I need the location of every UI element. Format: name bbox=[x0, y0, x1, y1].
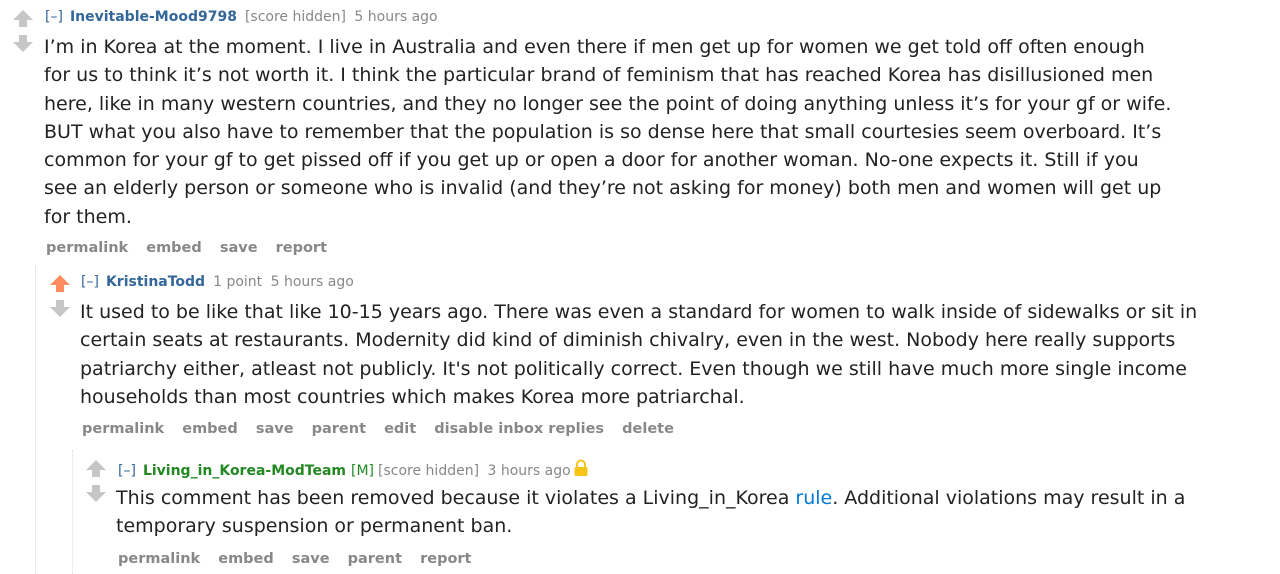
comment-text-line: temporary suspension or permanent ban. bbox=[116, 515, 513, 538]
score: [score hidden] bbox=[244, 9, 346, 25]
delete-button[interactable]: delete bbox=[622, 421, 674, 437]
upvote-arrow-icon[interactable] bbox=[84, 458, 108, 479]
save-button[interactable]: save bbox=[220, 240, 258, 256]
comment-text-line: BUT what you also have to remember that … bbox=[44, 120, 1162, 143]
comment-text-line: for us to think it’s not worth it. I thi… bbox=[44, 64, 1154, 87]
report-button[interactable]: report bbox=[276, 240, 327, 256]
permalink-button[interactable]: permalink bbox=[118, 551, 200, 567]
author-link[interactable]: Living_in_Korea-ModTeam bbox=[143, 463, 346, 479]
collapse-toggle[interactable]: [–] bbox=[45, 9, 63, 25]
timestamp[interactable]: 5 hours ago bbox=[271, 274, 354, 290]
report-button[interactable]: report bbox=[420, 551, 471, 567]
comment-1-body: I’m in Korea at the moment. I live in Au… bbox=[44, 33, 1171, 231]
comment-text-line: common for your gf to get pissed off if … bbox=[44, 149, 1139, 172]
lock-icon bbox=[574, 459, 588, 476]
comment-text-line: for them. bbox=[44, 205, 132, 228]
comment-2-votes bbox=[47, 273, 73, 319]
upvote-arrow-icon[interactable] bbox=[48, 273, 72, 294]
comment-text-line: households than most countries which mak… bbox=[80, 385, 745, 408]
downvote-arrow-icon[interactable] bbox=[11, 33, 35, 54]
comment-3-buttons: permalink embed save parent report bbox=[118, 551, 485, 567]
permalink-button[interactable]: permalink bbox=[82, 421, 164, 437]
comment-text-line: patriarchy either, atleast not publicly.… bbox=[80, 357, 1187, 380]
embed-button[interactable]: embed bbox=[146, 240, 202, 256]
comment-3-tagline: [–] Living_in_Korea-ModTeam [M] [score hidd… bbox=[118, 459, 589, 480]
collapse-toggle[interactable]: [–] bbox=[81, 274, 99, 290]
rule-link[interactable]: rule bbox=[795, 487, 832, 509]
score: 1 point bbox=[213, 274, 263, 290]
comment-2-tagline: [–] KristinaTodd 1 point 5 hours ago bbox=[81, 273, 354, 291]
comment-2-buttons: permalink embed save parent edit disable… bbox=[82, 421, 687, 437]
comment-text-line: This comment has been removed because it… bbox=[116, 487, 1186, 509]
parent-button[interactable]: parent bbox=[348, 551, 402, 567]
downvote-arrow-icon[interactable] bbox=[84, 483, 108, 504]
child-thread-border bbox=[35, 266, 36, 574]
comment-text-line: certain seats at restaurants. Modernity … bbox=[80, 329, 1176, 352]
embed-button[interactable]: embed bbox=[218, 551, 274, 567]
timestamp[interactable]: 3 hours ago bbox=[488, 463, 571, 479]
parent-button[interactable]: parent bbox=[312, 421, 366, 437]
comment-text-line: It used to be like that like 10-15 years… bbox=[80, 301, 1198, 323]
downvote-arrow-icon[interactable] bbox=[48, 298, 72, 319]
score: [score hidden] bbox=[378, 463, 480, 479]
child-thread-border bbox=[72, 450, 73, 574]
upvote-arrow-icon[interactable] bbox=[11, 8, 35, 29]
comment-3-body: This comment has been removed because it… bbox=[116, 484, 1185, 541]
comment-text-line: see an elderly person or someone who is … bbox=[44, 177, 1162, 200]
save-button[interactable]: save bbox=[256, 421, 294, 437]
disable-inbox-replies-button[interactable]: disable inbox replies bbox=[434, 421, 604, 437]
comment-text-line: I’m in Korea at the moment. I live in Au… bbox=[44, 36, 1145, 58]
comment-3-votes bbox=[83, 458, 109, 504]
comment-text-line: here, like in many western countries, an… bbox=[44, 92, 1172, 115]
save-button[interactable]: save bbox=[292, 551, 330, 567]
comment-1-buttons: permalink embed save report bbox=[46, 240, 340, 256]
comment-2-body: It used to be like that like 10-15 years… bbox=[80, 298, 1197, 411]
author-link[interactable]: Inevitable-Mood9798 bbox=[70, 9, 237, 25]
timestamp[interactable]: 5 hours ago bbox=[354, 9, 437, 25]
comment-1-votes bbox=[10, 8, 36, 54]
author-link[interactable]: KristinaTodd bbox=[106, 274, 205, 290]
edit-button[interactable]: edit bbox=[384, 421, 416, 437]
moderator-flag: [M] bbox=[351, 463, 375, 479]
collapse-toggle[interactable]: [–] bbox=[118, 463, 136, 479]
embed-button[interactable]: embed bbox=[182, 421, 238, 437]
permalink-button[interactable]: permalink bbox=[46, 240, 128, 256]
comment-1-tagline: [–] Inevitable-Mood9798 [score hidden] 5 h… bbox=[45, 8, 438, 26]
